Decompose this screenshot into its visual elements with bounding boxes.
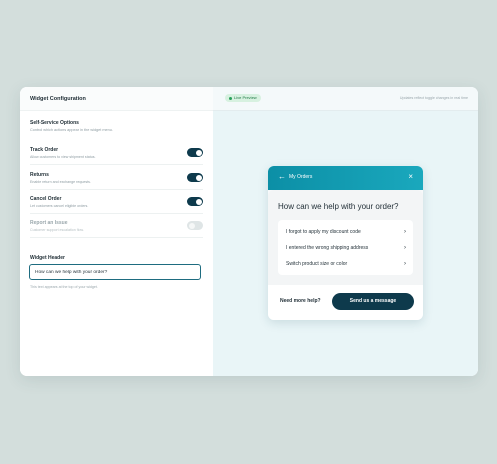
support-widget: ← My Orders × How can we help with your … — [268, 166, 423, 320]
send-message-button[interactable]: Send us a message — [332, 293, 414, 310]
widget-title: My Orders — [289, 174, 313, 180]
self-service-title: Self-Service Options — [30, 120, 79, 126]
cancel-order-toggle[interactable] — [187, 197, 203, 206]
preview-header: Live Preview Updates reflect toggle chan… — [213, 87, 478, 111]
list-item-label: I entered the wrong shipping address — [286, 245, 369, 251]
chevron-right-icon: › — [404, 245, 406, 251]
updates-note: Updates reflect toggle changes in real t… — [399, 96, 468, 100]
arrow-left-icon[interactable]: ← — [278, 172, 286, 182]
widget-header-bar: ← My Orders × — [268, 166, 423, 190]
option-title: Cancel Order — [30, 196, 62, 202]
live-preview-label: Live Preview — [234, 95, 257, 100]
option-track-order: Track Order Allow customers to view ship… — [30, 142, 203, 165]
list-item-label: Switch product size or color — [286, 261, 348, 267]
returns-toggle[interactable] — [187, 173, 203, 182]
widget-config-card: Widget Configuration Self-Service Option… — [20, 87, 478, 376]
option-report-issue: Report an Issue Customer support escalat… — [30, 215, 203, 238]
widget-header-help: This text appears at the top of your wid… — [30, 285, 98, 289]
preview-panel: Live Preview Updates reflect toggle chan… — [213, 87, 478, 376]
chevron-right-icon: › — [404, 261, 406, 267]
option-cancel-order: Cancel Order Let customers cancel eligib… — [30, 191, 203, 214]
close-icon[interactable]: × — [408, 172, 413, 182]
option-returns: Returns Enable return and exchange reque… — [30, 167, 203, 190]
option-subtitle: Enable return and exchange requests. — [30, 180, 91, 184]
list-item[interactable]: I entered the wrong shipping address › — [286, 240, 406, 256]
self-service-subtitle: Control which actions appear in the widg… — [30, 128, 113, 132]
config-panel-title: Widget Configuration — [20, 87, 213, 111]
live-preview-badge: Live Preview — [225, 94, 261, 102]
status-dot-icon — [229, 96, 232, 100]
widget-question: How can we help with your order? — [278, 202, 399, 211]
widget-header-input[interactable] — [29, 264, 201, 280]
list-item-label: I forgot to apply my discount code — [286, 229, 361, 235]
option-title: Returns — [30, 172, 49, 178]
list-item[interactable]: I forgot to apply my discount code › — [286, 224, 406, 240]
option-subtitle: Allow customers to view shipment status. — [30, 155, 96, 159]
widget-footer: Need more help? Send us a message — [268, 285, 423, 320]
option-subtitle: Let customers cancel eligible orders. — [30, 204, 89, 208]
option-title: Track Order — [30, 147, 59, 153]
list-item[interactable]: Switch product size or color › — [286, 256, 406, 272]
chevron-right-icon: › — [404, 229, 406, 235]
option-subtitle: Customer support escalation flow. — [30, 228, 84, 232]
option-title: Report an Issue — [30, 220, 68, 226]
report-issue-toggle[interactable] — [187, 221, 203, 230]
track-order-toggle[interactable] — [187, 148, 203, 157]
config-panel: Widget Configuration Self-Service Option… — [20, 87, 214, 376]
widget-options-list: I forgot to apply my discount code › I e… — [278, 220, 413, 275]
need-help-text: Need more help? — [280, 298, 321, 304]
widget-header-label: Widget Header — [30, 255, 65, 261]
